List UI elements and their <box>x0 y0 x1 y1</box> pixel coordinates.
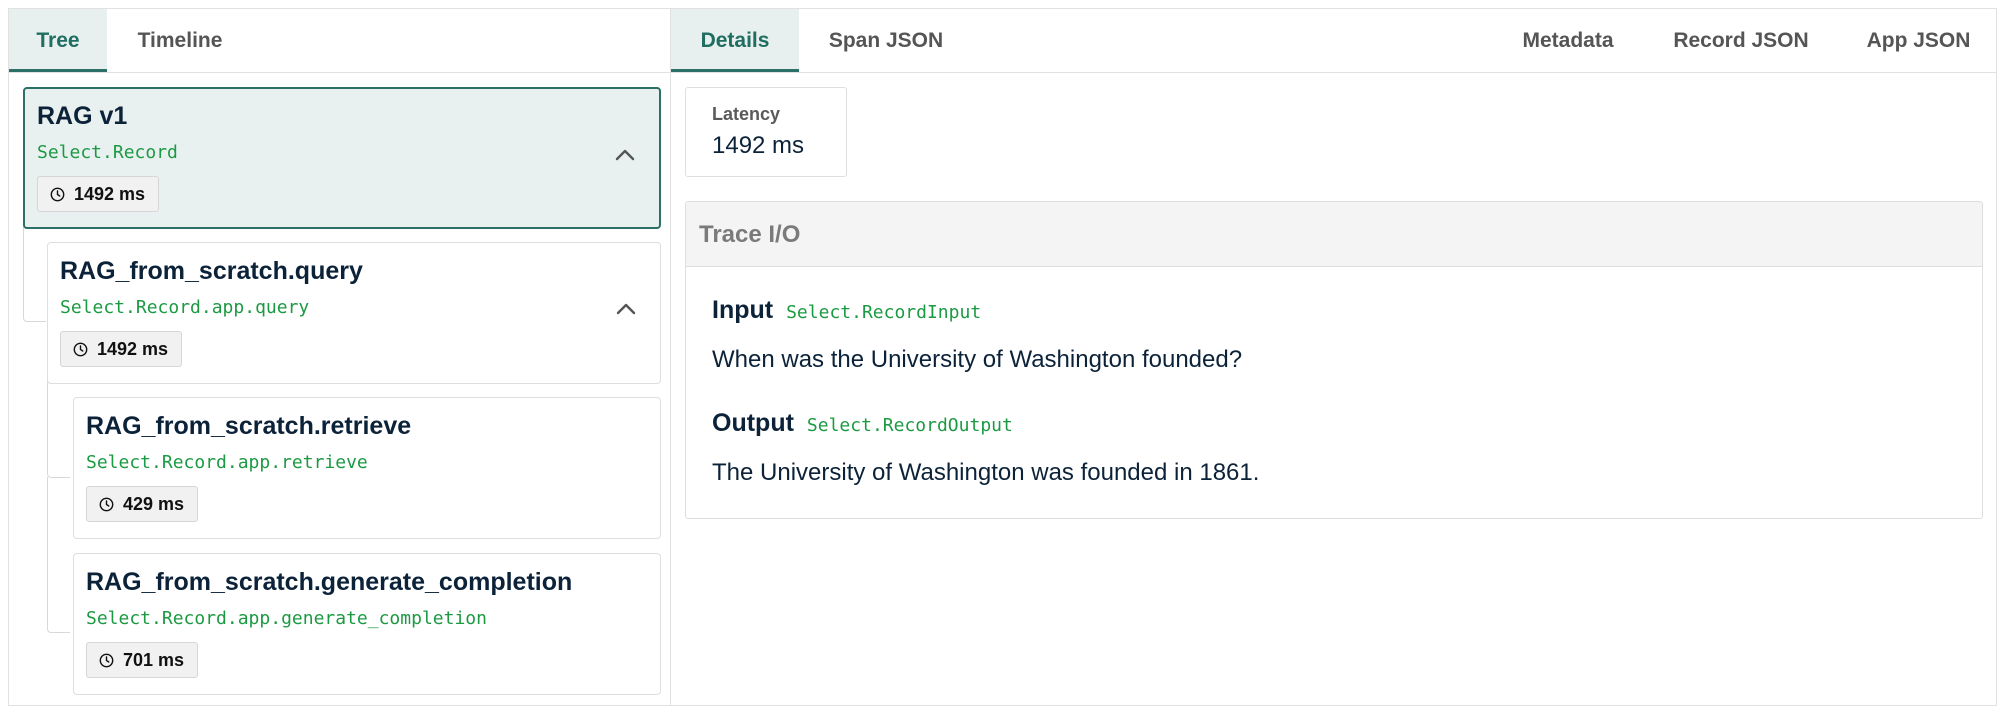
node-title: RAG_from_scratch.query <box>60 257 363 285</box>
details-panel: Details Span JSON Metadata Record JSON A… <box>671 9 1996 705</box>
node-path: Select.Record <box>37 142 178 163</box>
duration-value: 1492 ms <box>74 183 146 204</box>
tree-node-rag-v1[interactable]: RAG v1 Select.Record 1492 ms <box>23 87 661 229</box>
input-text: When was the University of Washington fo… <box>712 346 1243 373</box>
latency-value: 1492 ms <box>712 132 805 159</box>
duration-badge: 429 ms <box>86 486 199 522</box>
duration-value: 429 ms <box>123 493 185 514</box>
right-tab-bar: Details Span JSON Metadata Record JSON A… <box>671 9 1996 73</box>
tree-panel: Tree Timeline RAG v1 Select.Record 1492 … <box>9 9 671 705</box>
tab-metadata[interactable]: Metadata <box>1493 9 1643 72</box>
node-title: RAG_from_scratch.retrieve <box>86 412 412 440</box>
latency-card: Latency 1492 ms <box>685 87 847 177</box>
tree-connector <box>47 477 70 633</box>
left-tab-bar: Tree Timeline <box>9 9 670 73</box>
output-text: The University of Washington was founded… <box>712 459 1260 486</box>
output-label: Output <box>712 409 794 437</box>
node-title: RAG_from_scratch.generate_completion <box>86 568 573 596</box>
chevron-up-icon[interactable] <box>614 301 638 317</box>
node-path: Select.Record.app.query <box>60 297 310 318</box>
output-path: Select.RecordOutput <box>806 415 1013 436</box>
duration-value: 701 ms <box>123 649 185 670</box>
duration-value: 1492 ms <box>97 338 169 359</box>
trace-io-card: Trace I/O Input Select.RecordInput When … <box>685 201 1983 519</box>
clock-icon <box>73 342 88 356</box>
duration-badge: 1492 ms <box>60 331 183 367</box>
clock-icon <box>50 187 65 201</box>
tree-node-query[interactable]: RAG_from_scratch.query Select.Record.app… <box>47 242 661 384</box>
latency-label: Latency <box>712 104 781 124</box>
duration-badge: 1492 ms <box>37 176 160 212</box>
input-label-row: Input Select.RecordInput <box>712 296 981 325</box>
tree-node-retrieve[interactable]: RAG_from_scratch.retrieve Select.Record.… <box>73 397 661 539</box>
tab-details[interactable]: Details <box>671 9 799 72</box>
tab-record-json[interactable]: Record JSON <box>1643 9 1839 72</box>
output-label-row: Output Select.RecordOutput <box>712 409 1013 438</box>
tab-span-json[interactable]: Span JSON <box>799 9 973 72</box>
tree-node-generate-completion[interactable]: RAG_from_scratch.generate_completion Sel… <box>73 553 661 695</box>
input-label: Input <box>712 296 774 324</box>
input-path: Select.RecordInput <box>786 302 982 323</box>
node-path: Select.Record.app.retrieve <box>86 452 368 473</box>
node-path: Select.Record.app.generate_completion <box>86 608 487 629</box>
tab-app-json[interactable]: App JSON <box>1839 9 1998 72</box>
duration-badge: 701 ms <box>86 642 199 678</box>
trace-io-title: Trace I/O <box>686 202 1982 267</box>
chevron-up-icon[interactable] <box>613 147 637 163</box>
tab-timeline[interactable]: Timeline <box>107 9 253 72</box>
clock-icon <box>99 497 114 511</box>
node-title: RAG v1 <box>37 102 128 130</box>
trace-viewer: Tree Timeline RAG v1 Select.Record 1492 … <box>8 8 1997 706</box>
tab-tree[interactable]: Tree <box>9 9 107 72</box>
clock-icon <box>99 653 114 667</box>
